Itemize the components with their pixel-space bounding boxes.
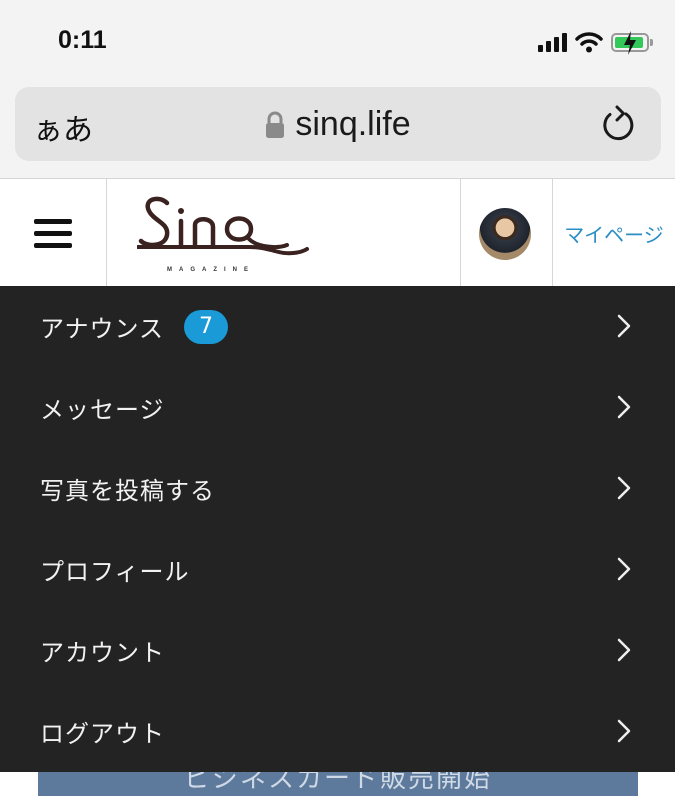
menu-item-label: アナウンス — [40, 315, 165, 343]
chevron-right-icon — [617, 476, 631, 500]
status-icons — [538, 30, 653, 55]
address-bar[interactable]: ぁあ sinq.life — [15, 87, 661, 161]
lock-icon — [266, 111, 285, 138]
menu-item-post-photo[interactable]: 写真を投稿する — [0, 448, 675, 529]
wifi-icon — [575, 32, 603, 53]
menu-item-label: 写真を投稿する — [40, 477, 215, 505]
menu-item-label: ログアウト — [40, 720, 165, 748]
dropdown-menu: アナウンス 7 メッセージ 写真を投稿する プロフィール アカウント ログアウト — [0, 286, 675, 772]
page: 0:11 ぁあ sinq.life MAGAZINE マイページ アナウンス 7… — [0, 0, 675, 796]
menu-toggle-button[interactable] — [0, 179, 107, 286]
browser-chrome: 0:11 ぁあ sinq.life — [0, 0, 675, 178]
promo-banner[interactable]: ビジネスカード販売開始 — [38, 772, 638, 796]
chevron-right-icon — [617, 638, 631, 662]
menu-item-label: メッセージ — [40, 396, 165, 424]
battery-charging-icon — [611, 30, 653, 55]
site-header: MAGAZINE マイページ — [0, 178, 675, 286]
url-text: sinq.life — [295, 105, 411, 143]
menu-item-account[interactable]: アカウント — [0, 610, 675, 691]
chevron-right-icon — [617, 314, 631, 338]
avatar-button[interactable] — [461, 179, 553, 286]
avatar — [479, 208, 531, 260]
menu-item-label: プロフィール — [40, 558, 190, 586]
banner-text: ビジネスカード販売開始 — [183, 772, 492, 794]
menu-item-profile[interactable]: プロフィール — [0, 529, 675, 610]
menu-item-logout[interactable]: ログアウト — [0, 691, 675, 772]
menu-item-announce[interactable]: アナウンス 7 — [0, 286, 675, 367]
reload-icon[interactable] — [599, 105, 637, 145]
logo-subtitle: MAGAZINE — [167, 267, 255, 273]
sinq-logo — [137, 196, 309, 256]
chevron-right-icon — [617, 719, 631, 743]
site-logo-link[interactable]: MAGAZINE — [107, 179, 461, 286]
menu-item-label: アカウント — [40, 639, 165, 667]
url-display[interactable]: sinq.life — [15, 105, 661, 144]
mypage-link[interactable]: マイページ — [553, 219, 675, 248]
status-time: 0:11 — [58, 26, 107, 54]
notification-badge: 7 — [184, 309, 229, 344]
chevron-right-icon — [617, 395, 631, 419]
hamburger-icon — [34, 219, 72, 255]
cellular-signal-icon — [538, 32, 567, 52]
menu-item-messages[interactable]: メッセージ — [0, 367, 675, 448]
chevron-right-icon — [617, 557, 631, 581]
